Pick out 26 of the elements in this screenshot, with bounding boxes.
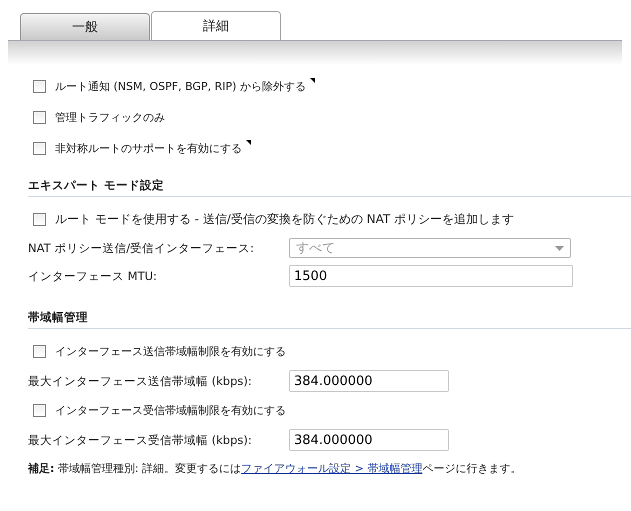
section-heading: 帯域幅管理: [28, 306, 631, 329]
checkbox-label: 管理トラフィックのみ: [55, 110, 165, 125]
note-text: 補足: 帯域幅管理種別: 詳細。変更するにはファイアウォール設定 > 帯域幅管理ページに行きます。: [26, 461, 522, 476]
input-field[interactable]: 384.000000: [289, 429, 449, 451]
tab[interactable]: 一般: [20, 13, 150, 40]
checkbox[interactable]: [33, 345, 46, 358]
field-label: 最大インターフェース受信帯域幅 (kbps):: [28, 432, 253, 448]
checkbox[interactable]: [33, 111, 46, 124]
checkbox-label: インターフェース送信帯域幅制限を有効にする: [55, 344, 286, 359]
input-field[interactable]: 1500: [289, 265, 573, 287]
input-field[interactable]: 384.000000: [289, 370, 449, 392]
settings-link[interactable]: ファイアウォール設定 > 帯域幅管理: [241, 462, 422, 475]
checkbox[interactable]: [33, 404, 46, 417]
checkbox-label: インターフェース受信帯域幅制限を有効にする: [55, 403, 286, 418]
checkbox[interactable]: [33, 142, 46, 155]
field-label: 最大インターフェース送信帯域幅 (kbps):: [28, 374, 253, 388]
checkbox[interactable]: [33, 80, 46, 93]
checkbox-label: ルート モードを使用する - 送信/受信の変換を防ぐための NAT ポリシーを追加します: [55, 211, 514, 228]
caret-icon: [555, 246, 564, 250]
checkbox-label: 非対称ルートのサポートを有効にする: [55, 141, 242, 156]
checkbox[interactable]: [33, 213, 46, 226]
checkbox-label: ルート通知 (NSM, OSPF, BGP, RIP) から除外する: [55, 79, 306, 94]
field-label: インターフェース MTU:: [28, 268, 158, 284]
field-label: NAT ポリシー送信/受信インターフェース:: [28, 240, 256, 256]
section-heading: エキスパート モード設定: [28, 174, 631, 197]
tab[interactable]: 詳細: [151, 11, 281, 40]
